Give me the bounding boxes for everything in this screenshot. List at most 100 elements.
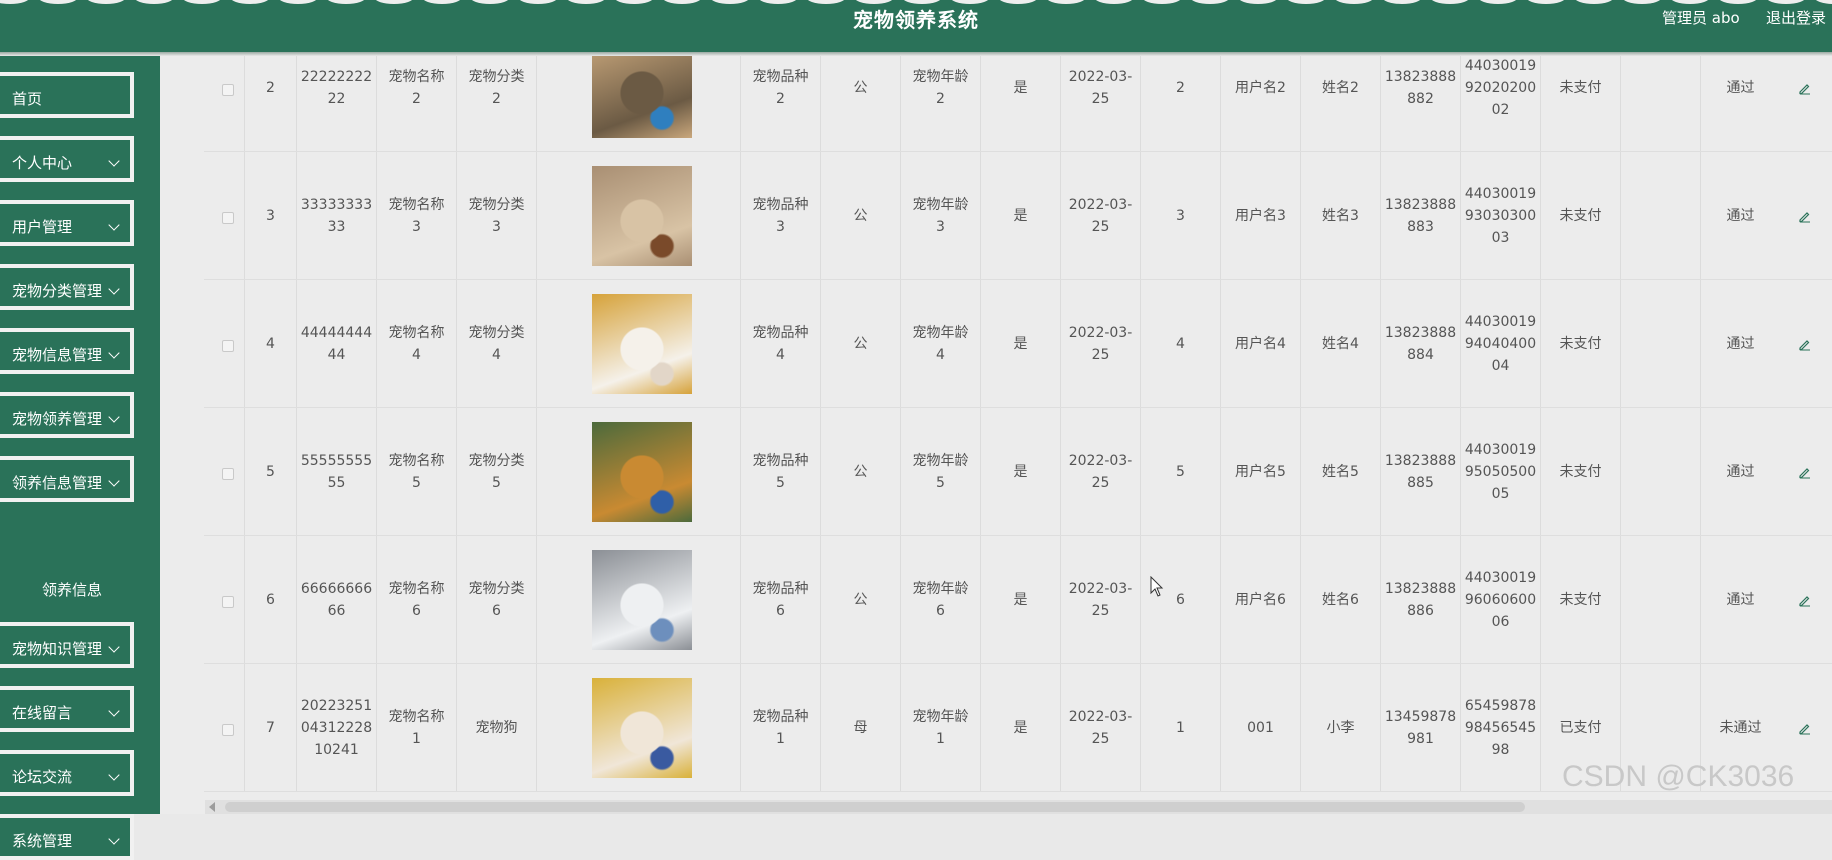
row-checkbox[interactable]: [222, 468, 234, 480]
edit-icon[interactable]: [1798, 465, 1812, 479]
horizontal-scrollbar[interactable]: [205, 800, 1832, 814]
chevron-down-icon: [108, 283, 120, 295]
row-checkbox[interactable]: [222, 724, 234, 736]
cell-phone: 13823888 884: [1380, 280, 1460, 408]
cell-pet-sex: 公: [820, 152, 900, 280]
cell-pet-age: 宠物年龄 4: [900, 280, 980, 408]
cell-username: 用户名5: [1220, 408, 1300, 536]
sidebar-item-label: 个人中心: [12, 154, 73, 172]
shiba-yellow-hat-photo: [592, 678, 692, 778]
white-dog-walking-photo: [592, 550, 692, 650]
cell-pet-age: 宠物年龄 6: [900, 536, 980, 664]
cell-payment-status: 未支付: [1540, 152, 1620, 280]
cell-id-card-text: 44030019 96060600 06: [1464, 570, 1537, 630]
golden-retriever-photo: [592, 422, 692, 522]
sidebar-item-system-management[interactable]: 系统管理: [0, 814, 134, 860]
cell-count: 1: [1140, 664, 1220, 792]
sidebar-item-forum[interactable]: 论坛交流: [0, 750, 134, 796]
edit-icon[interactable]: [1798, 593, 1812, 607]
cell-pet-name: 宠物名称 6: [376, 536, 456, 664]
cell-count-text: 5: [1176, 464, 1185, 480]
white-poodle-photo: [592, 294, 692, 394]
cell-payment-status-text: 已支付: [1559, 720, 1602, 736]
sidebar-item-personal-center[interactable]: 个人中心: [0, 136, 134, 182]
chevron-down-icon: [108, 833, 120, 845]
sidebar-item-label: 论坛交流: [12, 768, 73, 786]
cell-username-text: 用户名3: [1235, 208, 1286, 224]
cell-phone: 13823888 883: [1380, 152, 1460, 280]
row-checkbox[interactable]: [222, 596, 234, 608]
edit-icon[interactable]: [1798, 81, 1812, 95]
cell-pet-category: 宠物分类 3: [456, 152, 536, 280]
cell-pet-breed: 宠物品种 5: [740, 408, 820, 536]
scrollbar-thumb[interactable]: [225, 802, 1525, 812]
row-checkbox[interactable]: [222, 212, 234, 224]
top-header: 宠物领养系统 管理员 abo 退出登录: [0, 0, 1832, 52]
cell-date-text: 2022-03- 25: [1068, 197, 1133, 235]
cell-date-text: 2022-03- 25: [1068, 325, 1133, 363]
chevron-down-icon: [108, 705, 120, 717]
sidebar-item-online-message[interactable]: 在线留言: [0, 686, 134, 732]
cell-count: 3: [1140, 152, 1220, 280]
cell-vaccinated-text: 是: [1013, 464, 1028, 480]
sidebar-item-pet-adoption-management[interactable]: 宠物领养管理: [0, 392, 134, 438]
cell-pet-sex-text: 公: [853, 336, 868, 352]
cell-adoption-no-text: 22222222 22: [300, 69, 373, 107]
cell-pet-breed: 宠物品种 6: [740, 536, 820, 664]
edit-icon[interactable]: [1798, 337, 1812, 351]
sidebar-item-label: 宠物分类管理: [12, 282, 103, 300]
sidebar-item-user-management[interactable]: 用户管理: [0, 200, 134, 246]
chevron-down-icon: [108, 219, 120, 231]
sidebar-item-label: 首页: [12, 90, 43, 108]
sidebar-subitem-adoption-info[interactable]: 领养信息: [0, 570, 144, 610]
cell-index: 7: [244, 664, 296, 792]
sidebar-item-pet-knowledge-management[interactable]: 宠物知识管理: [0, 622, 134, 668]
sidebar-item-pet-category-management[interactable]: 宠物分类管理: [0, 264, 134, 310]
cell-count-text: 6: [1176, 592, 1185, 608]
logout-button[interactable]: 退出登录: [1766, 7, 1826, 28]
cell-phone: 13823888 886: [1380, 536, 1460, 664]
sidebar-item-home[interactable]: 首页: [0, 72, 134, 118]
edit-icon[interactable]: [1798, 209, 1812, 223]
cell-pet-category: 宠物分类 6: [456, 536, 536, 664]
cell-pet-age-text: 宠物年龄 4: [912, 325, 969, 363]
row-checkbox[interactable]: [222, 340, 234, 352]
cell-phone-text: 13823888 885: [1384, 453, 1457, 491]
cell-vaccinated-text: 是: [1013, 208, 1028, 224]
sidebar-item-adoption-info-management[interactable]: 领养信息管理: [0, 456, 134, 502]
cell-pet-name: 宠物名称 3: [376, 152, 456, 280]
cell-review-status-text: 通过: [1726, 336, 1755, 352]
cell-id-card-text: 44030019 94040400 04: [1464, 314, 1537, 374]
cell-username-text: 001: [1247, 720, 1274, 736]
sidebar-item-label: 系统管理: [12, 832, 73, 850]
header-shadow: [0, 52, 1832, 56]
cell-payment-status-text: 未支付: [1559, 208, 1602, 224]
current-user-label: 管理员 abo: [1662, 9, 1740, 27]
cell-pet-category-text: 宠物狗: [475, 720, 518, 736]
sidebar-edge: [144, 56, 160, 814]
cell-phone-text: 13823888 882: [1384, 69, 1457, 107]
cell-username-text: 用户名2: [1235, 80, 1286, 96]
scroll-left-icon[interactable]: [209, 802, 215, 812]
cell-date: 2022-03- 25: [1060, 408, 1140, 536]
cell-review-status-text: 未通过: [1719, 720, 1762, 736]
cell-pet-breed-text: 宠物品种 6: [752, 581, 809, 619]
cell-pet-sex: 公: [820, 536, 900, 664]
cell-pet-name: 宠物名称 5: [376, 408, 456, 536]
cell-review-status: 通过: [1700, 152, 1780, 280]
cell-spacer: [1620, 152, 1700, 280]
edit-icon[interactable]: [1798, 721, 1812, 735]
sidebar-item-pet-info-management[interactable]: 宠物信息管理: [0, 328, 134, 374]
row-checkbox[interactable]: [222, 84, 234, 96]
cell-payment-status-text: 未支付: [1559, 336, 1602, 352]
cell-pet-name: 宠物名称 4: [376, 280, 456, 408]
cell-pet-name: 宠物名称 1: [376, 664, 456, 792]
cell-id-card: 44030019 94040400 04: [1460, 280, 1540, 408]
table-row: 6 66666666 66 宠物名称 6 宠物分类 6 宠物品种 6 公 宠物年龄 6 是 20…: [160, 536, 1832, 664]
cell-vaccinated: 是: [980, 280, 1060, 408]
cell-id-card: 44030019 96060600 06: [1460, 536, 1540, 664]
cell-vaccinated-text: 是: [1013, 720, 1028, 736]
cell-count-text: 3: [1176, 208, 1185, 224]
cell-review-status: 通过: [1700, 536, 1780, 664]
cell-pet-sex: 公: [820, 408, 900, 536]
